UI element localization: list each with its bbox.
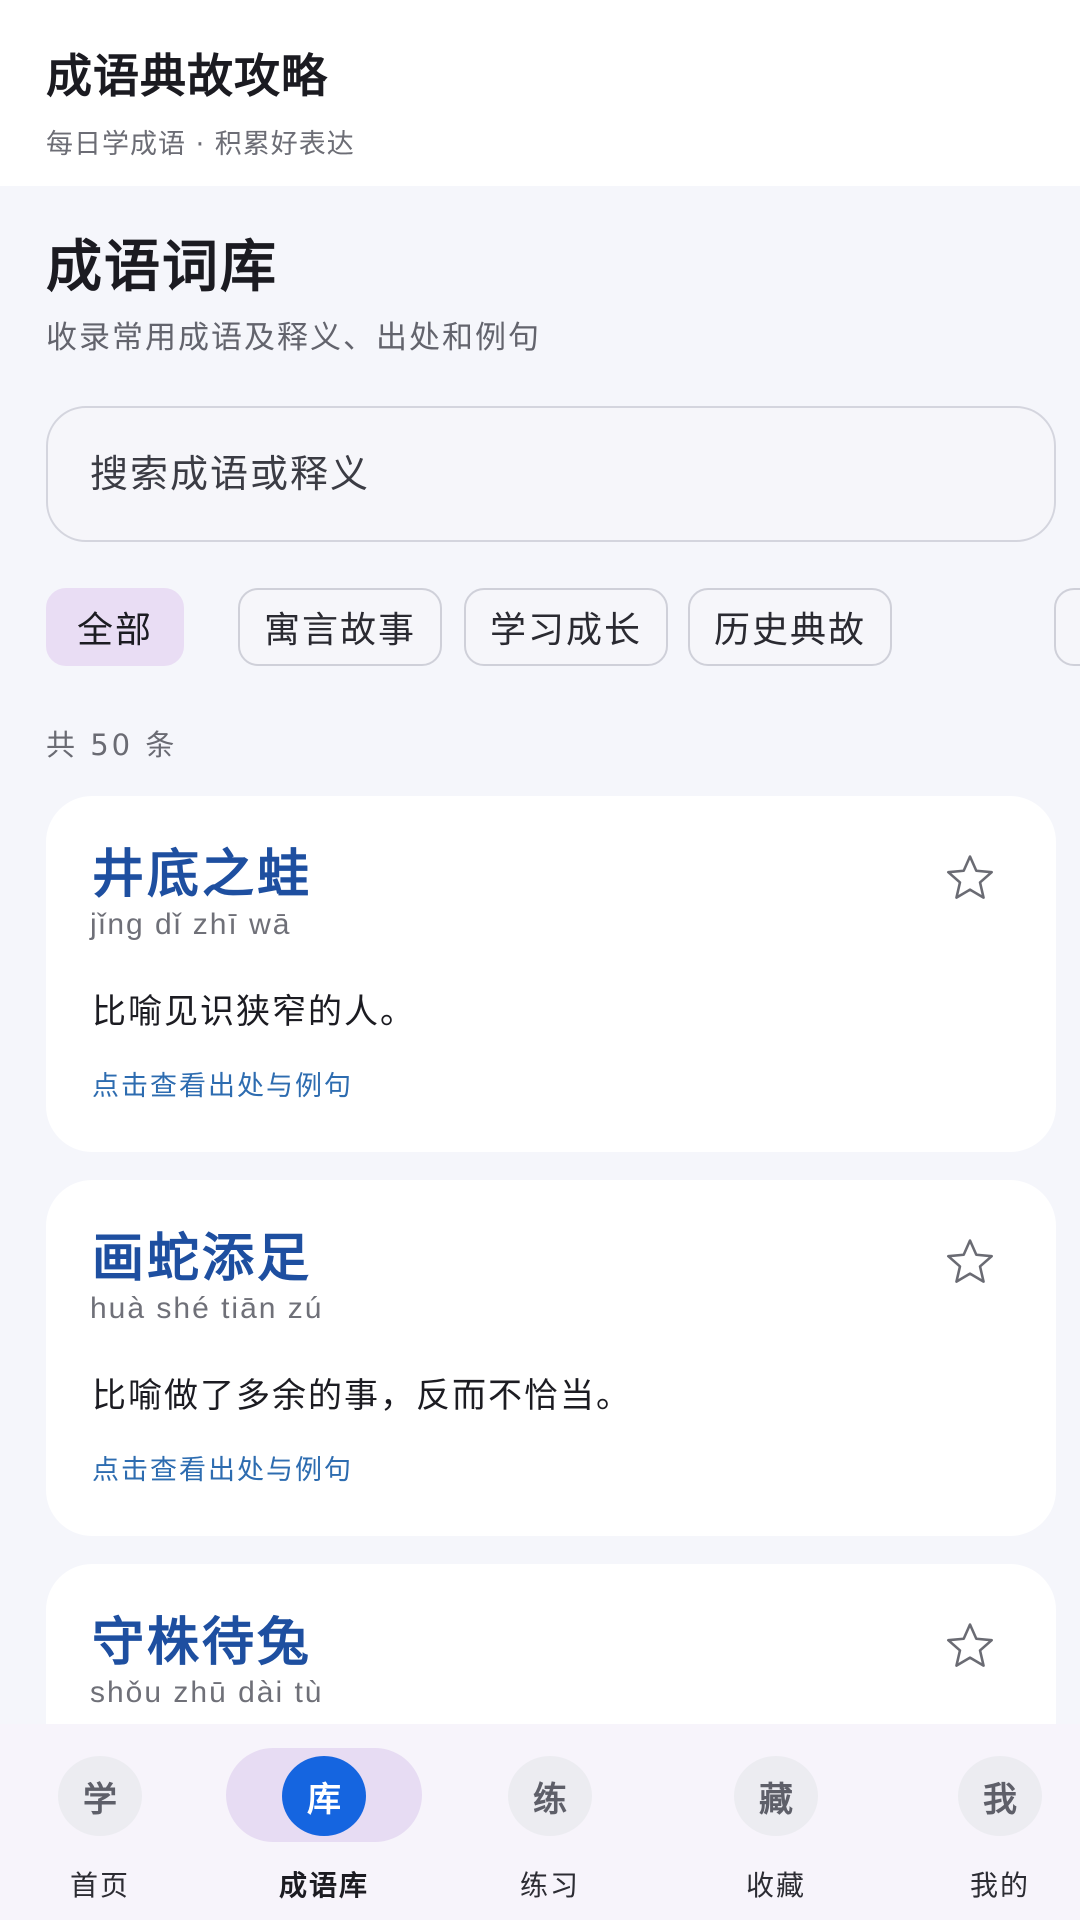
practice-icon: 练 <box>508 1756 592 1836</box>
star-outline-icon <box>947 855 993 899</box>
idiom-pinyin: shǒu zhū dài tù <box>90 1676 324 1709</box>
favorite-button[interactable] <box>938 1230 1002 1294</box>
star-outline-icon <box>947 1623 993 1667</box>
nav-label: 我的 <box>969 1869 1030 1902</box>
idiom-title: 画蛇添足 <box>92 1229 313 1289</box>
filter-chip-label: 学习成长 <box>489 610 642 651</box>
filter-chip-all[interactable]: 全部 <box>46 588 184 666</box>
search-input[interactable] <box>90 408 1010 540</box>
home-icon: 学 <box>58 1756 142 1836</box>
filter-chip-label: 历史典故 <box>713 610 866 651</box>
filter-chips: 全部 寓言故事 学习成长 历史典故 <box>46 588 1080 668</box>
favorite-button[interactable] <box>938 1614 1002 1678</box>
app-header: 成语典故攻略 每日学成语 · 积累好表达 <box>0 0 1080 186</box>
filter-chip-history[interactable]: 历史典故 <box>688 588 892 666</box>
filter-chip-label: 寓言故事 <box>263 610 416 651</box>
idiom-meaning: 比喻见识狭窄的人。 <box>92 992 416 1032</box>
search-box[interactable] <box>46 406 1056 542</box>
nav-item-library[interactable]: 库 成语库 <box>224 1724 424 1920</box>
idiom-pinyin: huà shé tiān zú <box>90 1292 324 1325</box>
filter-chip-label: 全部 <box>76 610 153 651</box>
idiom-title: 守株待兔 <box>92 1613 313 1673</box>
idiom-card[interactable]: 井底之蛙 jǐng dǐ zhī wā 比喻见识狭窄的人。 点击查看出处与例句 <box>46 796 1056 1152</box>
result-count: 共 50 条 <box>46 728 178 762</box>
favorite-button[interactable] <box>938 846 1002 910</box>
nav-label: 练习 <box>519 1869 580 1902</box>
filter-chip-fables[interactable]: 寓言故事 <box>238 588 442 666</box>
library-icon: 库 <box>282 1756 366 1836</box>
idiom-title: 井底之蛙 <box>92 845 313 905</box>
favorites-icon: 藏 <box>734 1756 818 1836</box>
app-title: 成语典故攻略 <box>46 49 328 103</box>
app-screen: 成语典故攻略 每日学成语 · 积累好表达 成语词库 收录常用成语及释义、出处和例… <box>0 0 1080 1920</box>
idiom-card[interactable]: 画蛇添足 huà shé tiān zú 比喻做了多余的事，反而不恰当。 点击查… <box>46 1180 1056 1536</box>
bottom-nav: 学 首页 库 成语库 练 练习 藏 收藏 我 我的 <box>0 1724 1080 1920</box>
nav-item-favorites[interactable]: 藏 收藏 <box>676 1724 876 1920</box>
nav-item-profile[interactable]: 我 我的 <box>900 1724 1080 1920</box>
idiom-pinyin: jǐng dǐ zhī wā <box>90 908 292 941</box>
page-description: 收录常用成语及释义、出处和例句 <box>46 320 541 356</box>
app-subtitle: 每日学成语 · 积累好表达 <box>46 129 355 160</box>
nav-item-home[interactable]: 学 首页 <box>0 1724 200 1920</box>
idiom-meaning: 比喻做了多余的事，反而不恰当。 <box>92 1376 632 1416</box>
nav-label: 首页 <box>69 1869 130 1902</box>
filter-chip-learning[interactable]: 学习成长 <box>464 588 668 666</box>
nav-label: 成语库 <box>278 1869 369 1902</box>
star-outline-icon <box>947 1239 993 1283</box>
filter-chip-overflow[interactable] <box>1054 588 1080 666</box>
detail-link[interactable]: 点击查看出处与例句 <box>92 1064 353 1103</box>
profile-icon: 我 <box>958 1756 1042 1836</box>
detail-link[interactable]: 点击查看出处与例句 <box>92 1448 353 1487</box>
nav-item-practice[interactable]: 练 练习 <box>450 1724 650 1920</box>
page-title: 成语词库 <box>46 235 278 300</box>
nav-label: 收藏 <box>745 1869 806 1902</box>
